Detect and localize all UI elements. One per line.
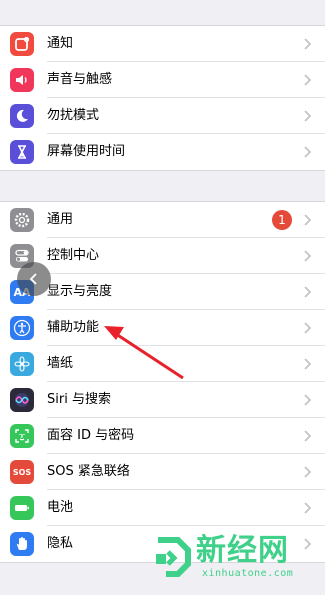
chevron-right-icon	[304, 466, 312, 478]
row-label: 勿扰模式	[47, 108, 100, 123]
accessibility-icon	[10, 316, 34, 340]
row-label: 控制中心	[47, 248, 100, 263]
sos-icon: SOS	[10, 460, 34, 484]
settings-row-accessibility[interactable]: 辅助功能	[0, 310, 325, 346]
sound-icon	[10, 68, 34, 92]
row-label: Siri 与搜索	[47, 392, 111, 407]
settings-row-screen-time[interactable]: 屏幕使用时间	[0, 134, 325, 170]
flower-icon	[10, 352, 34, 376]
settings-row-control-center[interactable]: 控制中心	[0, 238, 325, 274]
watermark-brand: 新经网	[196, 533, 289, 568]
notifications-icon	[10, 32, 34, 56]
chevron-right-icon	[304, 214, 312, 226]
row-label: 电池	[47, 500, 74, 515]
watermark-logo	[156, 537, 191, 577]
row-label: 墙纸	[47, 356, 74, 371]
chevron-right-icon	[304, 502, 312, 514]
watermark-url: xinhuatone.com	[202, 568, 294, 579]
siri-icon	[10, 388, 34, 412]
settings-row-notifications[interactable]: 通知	[0, 26, 325, 62]
row-label: 屏幕使用时间	[47, 144, 126, 159]
row-label: 隐私	[47, 536, 74, 551]
settings-group-2: 通用 1 控制中心 AA 显示与亮度 辅助功能 墙纸 Siri 与搜索 面容 I…	[0, 201, 325, 563]
settings-row-sounds[interactable]: 声音与触感	[0, 62, 325, 98]
row-label: 通知	[47, 36, 74, 51]
settings-group-1: 通知 声音与触感 勿扰模式 屏幕使用时间	[0, 25, 325, 171]
chevron-left-icon	[29, 273, 37, 285]
settings-row-face-id-passcode[interactable]: 面容 ID 与密码	[0, 418, 325, 454]
chevron-right-icon	[304, 110, 312, 122]
settings-row-battery[interactable]: 电池	[0, 490, 325, 526]
row-label: 声音与触感	[47, 72, 113, 87]
gear-icon	[10, 208, 34, 232]
chevron-right-icon	[304, 394, 312, 406]
hand-icon	[10, 532, 34, 556]
settings-row-do-not-disturb[interactable]: 勿扰模式	[0, 98, 325, 134]
chevron-right-icon	[304, 74, 312, 86]
row-label: 显示与亮度	[47, 284, 113, 299]
chevron-right-icon	[304, 146, 312, 158]
face-id-icon	[10, 424, 34, 448]
chevron-right-icon	[304, 38, 312, 50]
settings-row-siri-search[interactable]: Siri 与搜索	[0, 382, 325, 418]
moon-icon	[10, 104, 34, 128]
chevron-right-icon	[304, 430, 312, 442]
chevron-right-icon	[304, 322, 312, 334]
row-label: 面容 ID 与密码	[47, 428, 135, 443]
settings-row-emergency-sos[interactable]: SOS SOS 紧急联络	[0, 454, 325, 490]
row-label: 通用	[47, 212, 74, 227]
floating-back-button[interactable]	[17, 262, 51, 296]
chevron-right-icon	[304, 250, 312, 262]
hourglass-icon	[10, 140, 34, 164]
chevron-right-icon	[304, 286, 312, 298]
row-label: SOS 紧急联络	[47, 464, 130, 479]
battery-icon	[10, 496, 34, 520]
settings-row-wallpaper[interactable]: 墙纸	[0, 346, 325, 382]
settings-row-general[interactable]: 通用 1	[0, 202, 325, 238]
row-label: 辅助功能	[47, 320, 100, 335]
chevron-right-icon	[304, 358, 312, 370]
notification-badge: 1	[272, 210, 292, 230]
